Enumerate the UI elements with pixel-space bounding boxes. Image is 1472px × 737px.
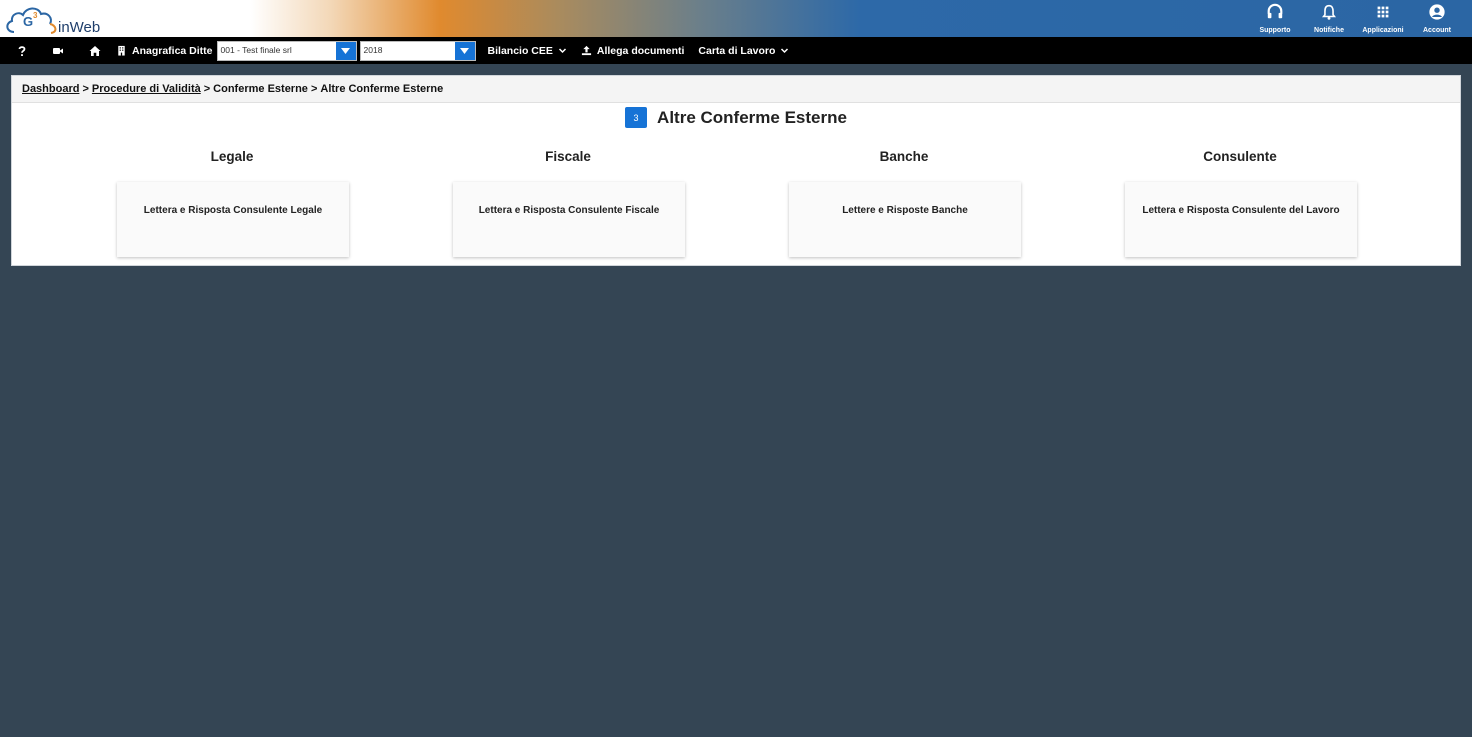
home-button[interactable] bbox=[78, 37, 112, 64]
year-select[interactable]: 2018 bbox=[359, 40, 476, 61]
column-title-banche: Banche bbox=[879, 149, 929, 164]
content-panel: Dashboard > Procedure di Validità > Conf… bbox=[11, 75, 1461, 266]
top-actions: Supporto Notifiche Applicazioni Account bbox=[1248, 0, 1464, 37]
card-banche[interactable]: Lettere e Risposte Banche bbox=[789, 182, 1021, 257]
help-button[interactable] bbox=[6, 37, 38, 64]
company-select[interactable]: 001 - Test finale srl bbox=[216, 40, 357, 61]
step-badge: 3 bbox=[625, 107, 648, 128]
carta-di-lavoro-menu[interactable]: Carta di Lavoro bbox=[691, 37, 796, 64]
card-consulente-del-lavoro[interactable]: Lettera e Risposta Consulente del Lavoro bbox=[1125, 182, 1357, 257]
breadcrumb-conferme-esterne: Conferme Esterne bbox=[213, 83, 308, 95]
page-heading: 3 Altre Conferme Esterne bbox=[12, 107, 1460, 128]
column-title-consulente: Consulente bbox=[1203, 149, 1277, 164]
headset-icon bbox=[1267, 3, 1283, 19]
support-label: Supporto bbox=[1259, 27, 1291, 34]
support-button[interactable]: Supporto bbox=[1248, 0, 1302, 37]
year-select-dropdown-button[interactable] bbox=[454, 41, 475, 60]
main-navbar: Anagrafica Ditte 001 - Test finale srl 2… bbox=[0, 37, 1472, 64]
breadcrumb-current: Altre Conferme Esterne bbox=[320, 83, 444, 95]
chevron-down-icon bbox=[460, 47, 470, 54]
allega-documenti-label: Allega documenti bbox=[596, 44, 685, 57]
breadcrumb-procedure-di-validita[interactable]: Procedure di Validità bbox=[92, 83, 201, 95]
bilancio-cee-menu[interactable]: Bilancio CEE bbox=[481, 37, 574, 64]
svg-text:G: G bbox=[23, 14, 33, 29]
account-button[interactable]: Account bbox=[1410, 0, 1464, 37]
chevron-down-icon bbox=[558, 48, 566, 54]
breadcrumb-separator: > bbox=[82, 83, 89, 95]
home-icon bbox=[89, 45, 101, 56]
grid-icon bbox=[1377, 6, 1389, 18]
top-header: G 3 inWeb Supporto Notifiche Applicazion… bbox=[0, 0, 1472, 37]
anagrafica-ditte-label: Anagrafica Ditte bbox=[132, 44, 213, 57]
applications-label: Applicazioni bbox=[1362, 27, 1404, 34]
page-title: Altre Conferme Esterne bbox=[657, 107, 847, 127]
card-consulente-legale[interactable]: Lettera e Risposta Consulente Legale bbox=[117, 182, 349, 257]
upload-icon bbox=[581, 45, 591, 56]
question-icon bbox=[18, 45, 26, 56]
breadcrumb: Dashboard > Procedure di Validità > Conf… bbox=[12, 76, 1460, 103]
account-label: Account bbox=[1423, 27, 1451, 34]
carta-di-lavoro-label: Carta di Lavoro bbox=[698, 44, 776, 57]
year-select-value: 2018 bbox=[363, 44, 383, 55]
building-icon bbox=[118, 45, 125, 56]
card-consulente-fiscale[interactable]: Lettera e Risposta Consulente Fiscale bbox=[453, 182, 685, 257]
column-title-legale: Legale bbox=[210, 149, 254, 164]
video-button[interactable] bbox=[38, 37, 78, 64]
company-select-value: 001 - Test finale srl bbox=[220, 44, 292, 55]
chevron-down-icon bbox=[781, 48, 789, 54]
allega-documenti-button[interactable]: Allega documenti bbox=[574, 37, 692, 64]
chevron-down-icon bbox=[341, 47, 351, 54]
user-circle-icon bbox=[1429, 4, 1445, 20]
notifications-button[interactable]: Notifiche bbox=[1302, 0, 1356, 37]
video-camera-icon bbox=[53, 47, 63, 54]
bell-icon bbox=[1321, 4, 1337, 20]
column-title-fiscale: Fiscale bbox=[545, 149, 591, 164]
applications-button[interactable]: Applicazioni bbox=[1356, 0, 1410, 37]
svg-text:3: 3 bbox=[33, 11, 38, 20]
bilancio-cee-label: Bilancio CEE bbox=[487, 44, 553, 57]
breadcrumb-separator: > bbox=[203, 83, 211, 95]
breadcrumb-dashboard[interactable]: Dashboard bbox=[22, 83, 79, 95]
anagrafica-ditte-menu[interactable]: Anagrafica Ditte bbox=[112, 37, 217, 64]
breadcrumb-separator: > bbox=[310, 83, 318, 95]
company-select-dropdown-button[interactable] bbox=[335, 41, 356, 60]
cloud-logo-icon: G 3 bbox=[6, 7, 57, 34]
notifications-label: Notifiche bbox=[1314, 27, 1344, 34]
app-name: inWeb bbox=[58, 19, 101, 36]
